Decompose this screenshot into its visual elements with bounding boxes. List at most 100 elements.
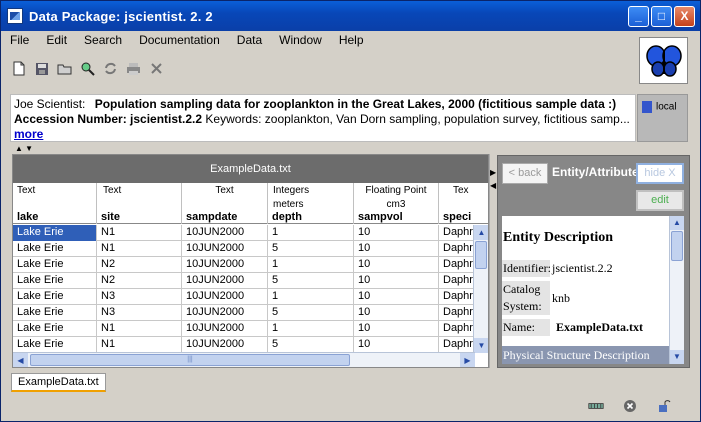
disconnect-icon[interactable] <box>622 399 638 413</box>
column-header-sampvol[interactable]: Floating Point cm3 sampvol <box>354 183 439 224</box>
menu-help[interactable]: Help <box>330 33 372 47</box>
cell-depth[interactable]: 1 <box>268 321 354 337</box>
cell-lake[interactable]: Lake Erie <box>13 289 97 305</box>
splitter-arrow-left-icon[interactable]: ◀ <box>490 181 496 190</box>
cell-site[interactable]: N1 <box>97 337 182 353</box>
cell-site[interactable]: N1 <box>97 225 182 241</box>
cell-sampdate[interactable]: 10JUN2000 <box>182 289 268 305</box>
cell-lake[interactable]: Lake Erie <box>13 225 97 241</box>
table-vertical-scrollbar[interactable]: ▲ ▼ <box>473 225 488 353</box>
column-header-site[interactable]: Text site <box>97 183 182 224</box>
splitter-arrow-right-icon[interactable]: ▶ <box>490 168 496 177</box>
cell-sampdate[interactable]: 10JUN2000 <box>182 305 268 321</box>
cell-site[interactable]: N3 <box>97 305 182 321</box>
cell-lake[interactable]: Lake Erie <box>13 257 97 273</box>
scroll-right-icon[interactable]: ▶ <box>460 353 475 367</box>
save-icon[interactable] <box>32 59 51 78</box>
cell-species[interactable]: Daphr <box>439 273 475 289</box>
back-button[interactable]: < back <box>502 163 548 184</box>
cell-depth[interactable]: 5 <box>268 305 354 321</box>
scroll-left-icon[interactable]: ◀ <box>13 353 28 367</box>
more-link[interactable]: more <box>14 127 43 141</box>
maximize-button[interactable]: □ <box>651 6 672 27</box>
meta-scroll-up-icon[interactable]: ▲ <box>670 216 684 230</box>
cell-species[interactable]: Daphr <box>439 225 475 241</box>
cell-sampdate[interactable]: 10JUN2000 <box>182 241 268 257</box>
cell-depth[interactable]: 1 <box>268 257 354 273</box>
table-row[interactable]: Lake Erie N3 10JUN2000 1 10 Daphr <box>13 289 475 305</box>
menu-data[interactable]: Data <box>228 33 270 47</box>
scroll-thumb[interactable] <box>475 241 487 269</box>
table-row[interactable]: Lake Erie N3 10JUN2000 5 10 Daphr <box>13 305 475 321</box>
cell-depth[interactable]: 1 <box>268 289 354 305</box>
cell-species[interactable]: Daphr <box>439 257 475 273</box>
cell-site[interactable]: N2 <box>97 273 182 289</box>
column-header-sampdate[interactable]: Text sampdate <box>182 183 268 224</box>
meta-scroll-down-icon[interactable]: ▼ <box>670 350 684 364</box>
menu-file[interactable]: File <box>1 33 37 47</box>
table-row[interactable]: Lake Erie N1 10JUN2000 1 10 Daphr <box>13 321 475 337</box>
column-header-depth[interactable]: Integers meters depth <box>268 183 354 224</box>
cell-site[interactable]: N2 <box>97 257 182 273</box>
cell-site[interactable]: N1 <box>97 241 182 257</box>
delete-icon[interactable] <box>147 59 166 78</box>
scroll-down-icon[interactable]: ▼ <box>474 338 488 353</box>
menu-edit[interactable]: Edit <box>37 33 75 47</box>
tab-exampledata[interactable]: ExampleData.txt <box>11 373 106 392</box>
table-horizontal-scrollbar[interactable]: ◀ ||| ▶ <box>13 352 475 367</box>
close-button[interactable]: X <box>674 6 695 27</box>
cell-depth[interactable]: 5 <box>268 241 354 257</box>
cell-sampvol[interactable]: 10 <box>354 337 439 353</box>
column-header-lake[interactable]: Text lake <box>13 183 97 224</box>
cell-sampvol[interactable]: 10 <box>354 241 439 257</box>
new-package-icon[interactable] <box>9 59 28 78</box>
minimize-button[interactable]: _ <box>628 6 649 27</box>
cell-sampdate[interactable]: 10JUN2000 <box>182 225 268 241</box>
cell-lake[interactable]: Lake Erie <box>13 273 97 289</box>
table-row[interactable]: Lake Erie N1 10JUN2000 5 10 Daphr <box>13 337 475 353</box>
cell-sampvol[interactable]: 10 <box>354 273 439 289</box>
cell-sampvol[interactable]: 10 <box>354 289 439 305</box>
table-row[interactable]: Lake Erie N2 10JUN2000 5 10 Daphr <box>13 273 475 289</box>
cell-species[interactable]: Daphr <box>439 289 475 305</box>
cell-lake[interactable]: Lake Erie <box>13 321 97 337</box>
cell-sampdate[interactable]: 10JUN2000 <box>182 321 268 337</box>
cell-site[interactable]: N1 <box>97 321 182 337</box>
menu-documentation[interactable]: Documentation <box>130 33 228 47</box>
cell-lake[interactable]: Lake Erie <box>13 241 97 257</box>
cell-depth[interactable]: 1 <box>268 225 354 241</box>
cell-species[interactable]: Daphr <box>439 305 475 321</box>
menu-search[interactable]: Search <box>75 33 130 47</box>
cell-species[interactable]: Daphr <box>439 321 475 337</box>
column-header-species[interactable]: Tex speci <box>439 183 488 224</box>
panel-splitter[interactable]: ▶ ◀ <box>489 154 496 368</box>
metadata-scrollbar[interactable]: ▲ ▼ <box>669 216 684 364</box>
search-icon[interactable] <box>78 59 97 78</box>
cell-species[interactable]: Daphr <box>439 241 475 257</box>
horizontal-scroll-thumb[interactable]: ||| <box>30 354 350 366</box>
cell-sampvol[interactable]: 10 <box>354 225 439 241</box>
table-row[interactable]: Lake Erie N1 10JUN2000 1 10 Daphr <box>13 225 475 241</box>
table-row[interactable]: Lake Erie N2 10JUN2000 1 10 Daphr <box>13 257 475 273</box>
cell-sampdate[interactable]: 10JUN2000 <box>182 337 268 353</box>
menu-window[interactable]: Window <box>270 33 330 47</box>
print-icon[interactable] <box>124 59 143 78</box>
cell-depth[interactable]: 5 <box>268 337 354 353</box>
cell-sampvol[interactable]: 10 <box>354 305 439 321</box>
cell-sampdate[interactable]: 10JUN2000 <box>182 257 268 273</box>
edit-button[interactable]: edit <box>636 190 684 211</box>
open-icon[interactable] <box>55 59 74 78</box>
synchronize-icon[interactable] <box>101 59 120 78</box>
meta-scroll-thumb[interactable] <box>671 231 683 261</box>
cell-lake[interactable]: Lake Erie <box>13 305 97 321</box>
header-collapse-arrows[interactable]: ▲ ▼ <box>15 144 33 153</box>
hide-button[interactable]: hide X <box>636 163 684 184</box>
table-row[interactable]: Lake Erie N1 10JUN2000 5 10 Daphr <box>13 241 475 257</box>
cell-species[interactable]: Daphr <box>439 337 475 353</box>
cell-sampvol[interactable]: 10 <box>354 321 439 337</box>
cell-sampdate[interactable]: 10JUN2000 <box>182 273 268 289</box>
scroll-up-icon[interactable]: ▲ <box>474 225 488 240</box>
cell-site[interactable]: N3 <box>97 289 182 305</box>
network-icon[interactable] <box>588 399 604 413</box>
cell-lake[interactable]: Lake Erie <box>13 337 97 353</box>
